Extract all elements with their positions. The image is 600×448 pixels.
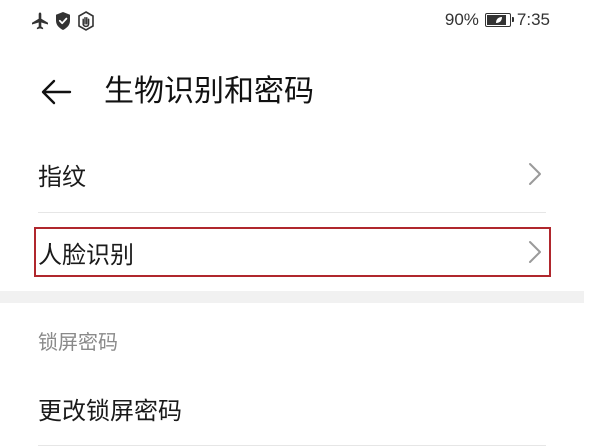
status-time: 7:35 — [516, 10, 550, 29]
leaf-icon — [495, 17, 502, 23]
shield-icon — [54, 11, 72, 31]
divider — [38, 445, 546, 446]
list-item-change-lock-password[interactable]: 更改锁屏密码 — [38, 378, 546, 438]
list-item-label: 人脸识别 — [38, 240, 134, 269]
back-button[interactable] — [36, 72, 76, 112]
back-arrow-icon — [41, 79, 72, 105]
page-title: 生物识别和密码 — [104, 74, 314, 109]
chevron-right-icon — [529, 163, 541, 185]
hand-icon — [76, 11, 96, 31]
battery-icon — [484, 13, 514, 27]
list-item-label: 指纹 — [38, 162, 86, 191]
list-item-face-recognition[interactable]: 人脸识别 — [38, 222, 546, 282]
status-icons-left — [30, 11, 96, 31]
divider — [38, 212, 546, 213]
chevron-right-icon — [529, 241, 541, 263]
page-header: 生物识别和密码 — [0, 60, 600, 124]
status-bar: 90% 7:35 — [0, 0, 600, 44]
section-header: 锁屏密码 — [38, 330, 118, 354]
airplane-icon — [30, 11, 50, 31]
status-right: 90% 7:35 — [445, 10, 550, 30]
list-item-fingerprint[interactable]: 指纹 — [38, 144, 546, 204]
section-separator — [0, 291, 584, 303]
list-item-label: 更改锁屏密码 — [38, 396, 182, 425]
battery-percent: 90% — [444, 10, 479, 29]
